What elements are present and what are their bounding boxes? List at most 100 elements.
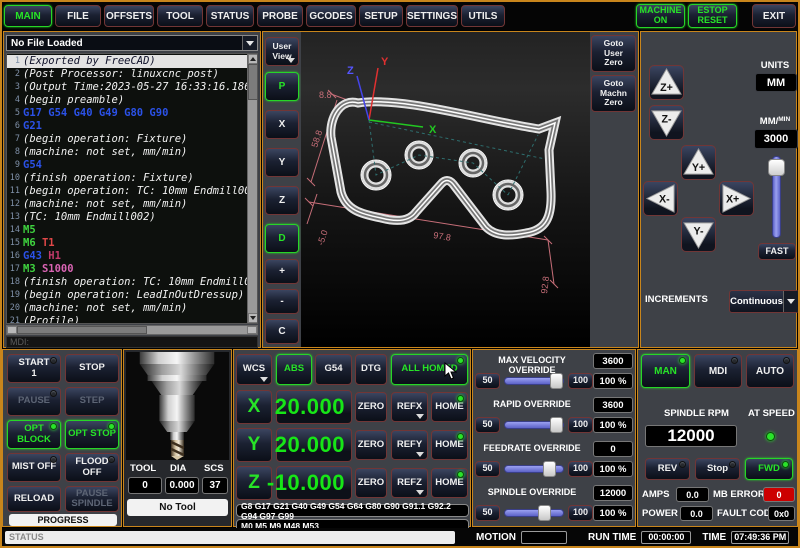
override-slider[interactable] <box>504 509 564 517</box>
increments-combo[interactable]: Continuous <box>729 290 799 313</box>
tab-setup[interactable]: SETUP <box>359 5 403 27</box>
spindle-rev-button[interactable]: REV <box>645 458 690 480</box>
slider-handle[interactable] <box>550 417 563 433</box>
tab-main[interactable]: MAIN <box>4 5 52 27</box>
jog-x-minus-button[interactable]: X- <box>643 181 678 216</box>
override-slider[interactable] <box>504 421 564 429</box>
vertical-scrollbar[interactable] <box>247 54 257 323</box>
slider-handle[interactable] <box>550 373 563 389</box>
spindle-stop-button[interactable]: Stop <box>695 458 740 480</box>
gcode-editor[interactable]: 1(Exported by FreeCAD)2(Post Processor: … <box>6 53 258 324</box>
axis-x-button[interactable]: X <box>236 390 272 424</box>
gcode-line[interactable]: 17M3 S1000 <box>7 263 247 276</box>
tab-gcodes[interactable]: GCODES <box>306 5 356 27</box>
pause-spindle-button[interactable]: PAUSE SPINDLE <box>65 486 119 512</box>
slider-handle[interactable] <box>538 505 551 521</box>
auto-mode-button[interactable]: AUTO <box>746 354 794 388</box>
home-z-button[interactable]: HOME <box>431 468 468 498</box>
opt-stop-button[interactable]: OPT STOP <box>65 420 119 449</box>
gcode-line[interactable]: 14M5 <box>7 224 247 237</box>
scroll-up-icon[interactable] <box>248 54 258 64</box>
gcode-line[interactable]: 9G54 <box>7 159 247 172</box>
view-y-button[interactable]: Y <box>265 148 299 177</box>
reload-button[interactable]: RELOAD <box>7 486 61 512</box>
step-button[interactable]: STEP <box>65 387 119 416</box>
estop-reset-button[interactable]: ESTOP RESET <box>688 4 737 28</box>
ref-y-combo[interactable]: REFY <box>391 430 428 460</box>
tab-probe[interactable]: PROBE <box>257 5 303 27</box>
ref-x-combo[interactable]: REFX <box>391 392 428 422</box>
jog-x-plus-button[interactable]: X+ <box>719 181 754 216</box>
override-min-button[interactable]: 50 <box>475 505 500 521</box>
jog-y-plus-button[interactable]: Y+ <box>681 145 716 180</box>
dtg-button[interactable]: DTG <box>355 354 387 385</box>
chevron-down-icon[interactable] <box>242 36 257 50</box>
slider-handle[interactable] <box>543 461 556 477</box>
home-x-button[interactable]: HOME <box>431 392 468 422</box>
gcode-line[interactable]: 13(TC: 10mm Endmill002) <box>7 211 247 224</box>
tab-tool[interactable]: TOOL <box>157 5 203 27</box>
override-max-button[interactable]: 100 <box>568 505 593 521</box>
view-p-button[interactable]: P <box>265 72 299 101</box>
tab-settings[interactable]: SETTINGS <box>406 5 458 27</box>
slider-handle[interactable] <box>768 159 785 176</box>
exit-button[interactable]: EXIT <box>752 4 796 28</box>
gcode-line[interactable]: 12(machine: not set, mm/min) <box>7 198 247 211</box>
override-max-button[interactable]: 100 <box>568 373 593 389</box>
gcode-line[interactable]: 3(Output Time:2023-05-27 16:33:16.1865 <box>7 81 247 94</box>
override-slider[interactable] <box>504 465 564 473</box>
user-view-button[interactable]: User View <box>265 37 299 66</box>
scroll-right-icon[interactable] <box>247 326 257 334</box>
machine-on-button[interactable]: MACHINE ON <box>636 4 685 28</box>
view-z-button[interactable]: Z <box>265 186 299 215</box>
gcode-line[interactable]: 19(begin operation: LeadInOutDressup) <box>7 289 247 302</box>
man-mode-button[interactable]: MAN <box>641 354 690 388</box>
opt-block-button[interactable]: OPT BLOCK <box>7 420 61 449</box>
goto-user-zero-button[interactable]: Goto User Zero <box>591 35 636 72</box>
tab-status[interactable]: STATUS <box>206 5 254 27</box>
mist-button[interactable]: MIST OFF <box>7 453 61 482</box>
cycle-start-button[interactable]: START1 <box>7 354 61 383</box>
flood-button[interactable]: FLOOD OFF <box>65 453 119 482</box>
scrollbar-thumb[interactable] <box>17 326 147 334</box>
mdi-mode-button[interactable]: MDI <box>694 354 742 388</box>
gcode-line[interactable]: 18(finish operation: TC: 10mm Endmill06 <box>7 276 247 289</box>
jog-z-minus-button[interactable]: Z- <box>649 105 684 140</box>
gcode-line[interactable]: 7(begin operation: Fixture) <box>7 133 247 146</box>
ref-z-combo[interactable]: REFZ <box>391 468 428 498</box>
tab-offsets[interactable]: OFFSETS <box>104 5 154 27</box>
scroll-left-icon[interactable] <box>7 326 17 334</box>
zero-z-button[interactable]: ZERO <box>355 468 387 498</box>
gcode-line[interactable]: 8(machine: not set, mm/min) <box>7 146 247 159</box>
axis-y-button[interactable]: Y <box>236 428 272 462</box>
override-max-button[interactable]: 100 <box>568 417 593 433</box>
override-slider[interactable] <box>504 377 564 385</box>
jog-y-minus-button[interactable]: Y- <box>681 217 716 252</box>
gcode-line[interactable]: 5G17 G54 G40 G49 G80 G90 <box>7 107 247 120</box>
override-min-button[interactable]: 50 <box>475 417 500 433</box>
zoom-out-button[interactable]: - <box>265 289 299 314</box>
goto-machine-zero-button[interactable]: Goto Machn Zero <box>591 75 636 112</box>
gcode-line[interactable]: 6G21 <box>7 120 247 133</box>
wcs-combo[interactable]: WCS <box>236 354 272 385</box>
abs-button[interactable]: ABS <box>276 354 312 385</box>
stop-button[interactable]: STOP <box>65 354 119 383</box>
zoom-in-button[interactable]: + <box>265 259 299 284</box>
override-min-button[interactable]: 50 <box>475 461 500 477</box>
gcode-line[interactable]: 11(begin operation: TC: 10mm Endmill002 <box>7 185 247 198</box>
view-x-button[interactable]: X <box>265 110 299 139</box>
zero-y-button[interactable]: ZERO <box>355 430 387 460</box>
gcode-line[interactable]: 15M6 T1 <box>7 237 247 250</box>
tab-utils[interactable]: UTILS <box>461 5 505 27</box>
gcode-line[interactable]: 1(Exported by FreeCAD) <box>7 55 247 68</box>
fast-button[interactable]: FAST <box>758 243 796 260</box>
zero-x-button[interactable]: ZERO <box>355 392 387 422</box>
horizontal-scrollbar[interactable] <box>6 325 258 335</box>
gcode-line[interactable]: 4(begin preamble) <box>7 94 247 107</box>
scroll-down-icon[interactable] <box>248 313 258 323</box>
pause-button[interactable]: PAUSE <box>7 387 61 416</box>
jog-z-plus-button[interactable]: Z+ <box>649 65 684 100</box>
gcode-line[interactable]: 16G43 H1 <box>7 250 247 263</box>
g54-button[interactable]: G54 <box>315 354 352 385</box>
view-d-button[interactable]: D <box>265 224 299 253</box>
